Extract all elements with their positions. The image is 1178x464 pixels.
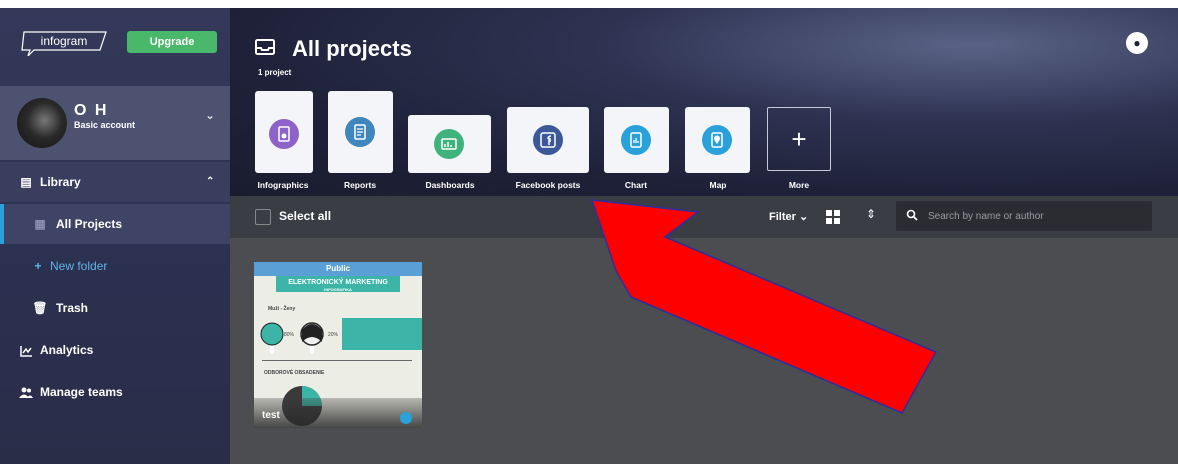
search-box (896, 201, 1152, 231)
avatar (17, 98, 67, 148)
upgrade-button[interactable]: Upgrade (127, 31, 217, 53)
thumbnail-title: ELEKTRONICKÝ MARKETING INFOGRAFIKA (276, 276, 400, 292)
chevron-down-icon: ⌄ (798, 211, 809, 223)
sidebar-item-label: Trash (56, 301, 89, 315)
thumbnail-stat-box (342, 318, 422, 350)
user-icon: ● (1133, 36, 1141, 50)
filter-dropdown[interactable]: Filter ⌄ (769, 210, 808, 223)
logo-row: infogram Upgrade (0, 8, 230, 66)
project-name: test (262, 410, 280, 421)
page-top-strip (0, 0, 1178, 8)
sidebar-item-all-projects[interactable]: ▦ All Projects (0, 204, 230, 244)
sidebar: infogram Upgrade O H Basic account ⌄ ▤ L… (0, 8, 230, 464)
inbox-icon (255, 39, 275, 55)
profile-plan: Basic account (74, 120, 136, 130)
create-map-card[interactable] (685, 107, 750, 173)
project-card[interactable]: Public ELEKTRONICKÝ MARKETING INFOGRAFIK… (254, 262, 422, 428)
select-all-label[interactable]: Select all (279, 209, 331, 223)
inbox-icon: ▤ (20, 175, 32, 189)
sidebar-item-label: New folder (50, 259, 108, 273)
create-dashboard-card[interactable] (408, 115, 491, 173)
project-count: 1 project (258, 68, 292, 77)
chart-icon (621, 125, 651, 155)
sidebar-item-analytics[interactable]: Analytics (0, 330, 230, 370)
search-icon (906, 209, 918, 221)
active-indicator (0, 204, 4, 244)
report-icon (345, 117, 375, 147)
user-menu-button[interactable]: ● (1126, 32, 1148, 54)
chevron-down-icon: ⌄ (205, 108, 216, 122)
thumbnail-gender-label: Muži - Ženy (268, 306, 296, 312)
visibility-badge: Public (254, 262, 422, 276)
projects-area: Public ELEKTRONICKÝ MARKETING INFOGRAFIK… (230, 238, 1178, 464)
sidebar-item-label: Manage teams (40, 385, 123, 399)
create-more-card[interactable]: + (767, 107, 831, 171)
type-label-map: Map (709, 180, 727, 190)
plus-icon: + (791, 124, 807, 154)
create-facebook-post-card[interactable] (507, 107, 589, 173)
create-report-card[interactable] (328, 91, 393, 173)
plus-icon: + (34, 259, 42, 273)
filter-label: Filter (769, 211, 796, 223)
header: All projects 1 project ● Infographics Re… (230, 8, 1178, 196)
map-icon (702, 125, 732, 155)
sidebar-item-manage-teams[interactable]: Manage teams (0, 372, 230, 412)
sidebar-item-new-folder[interactable]: + New folder (0, 246, 230, 286)
thumbnail-subtitle: INFOGRAFIKA (324, 287, 352, 292)
type-label-reports: Reports (343, 180, 377, 190)
dashboard-icon (434, 129, 464, 159)
sidebar-item-label: Analytics (40, 343, 94, 357)
thumbnail-pct-left: 80% (284, 332, 295, 338)
toolbar: Select all Filter ⌄ ⇕ (230, 196, 1178, 238)
infographic-icon (269, 119, 299, 149)
type-label-more: More (788, 180, 810, 190)
type-label-facebook-posts: Facebook posts (515, 180, 581, 190)
page-title: All projects (292, 36, 412, 61)
share-icon[interactable] (400, 412, 412, 424)
create-chart-card[interactable] (604, 107, 669, 173)
trash-icon: 🗑 (32, 301, 48, 315)
type-label-chart: Chart (624, 180, 648, 190)
sidebar-item-trash[interactable]: 🗑 Trash (0, 288, 230, 328)
sidebar-item-library[interactable]: ▤ Library ⌃ (0, 162, 230, 202)
create-infographic-card[interactable] (255, 91, 313, 173)
select-all-checkbox[interactable] (255, 209, 271, 225)
sidebar-item-label: All Projects (56, 217, 123, 231)
type-label-dashboards: Dashboards (425, 180, 475, 190)
profile-switcher[interactable]: O H Basic account ⌄ (0, 86, 230, 160)
logo-text: infogram (41, 34, 88, 48)
grid-view-icon[interactable] (826, 210, 840, 224)
thumbnail-divider (262, 360, 412, 361)
thumbnail-pct-right: 20% (328, 332, 339, 338)
chevron-up-icon: ⌃ (206, 176, 215, 187)
analytics-icon (18, 330, 34, 370)
thumbnail-faces (260, 322, 324, 354)
facebook-icon (533, 125, 563, 155)
thumbnail-title-text: ELEKTRONICKÝ MARKETING (288, 279, 388, 286)
infogram-logo[interactable]: infogram (20, 30, 110, 56)
sort-icon[interactable]: ⇕ (866, 207, 876, 221)
profile-name: O H (74, 102, 109, 119)
grid-icon: ▦ (34, 217, 46, 231)
search-input[interactable] (928, 201, 1148, 231)
thumbnail-heading: ODBOROVÉ OBSADENIE (264, 370, 325, 376)
team-icon (18, 372, 34, 412)
sidebar-item-label: Library (40, 175, 81, 189)
